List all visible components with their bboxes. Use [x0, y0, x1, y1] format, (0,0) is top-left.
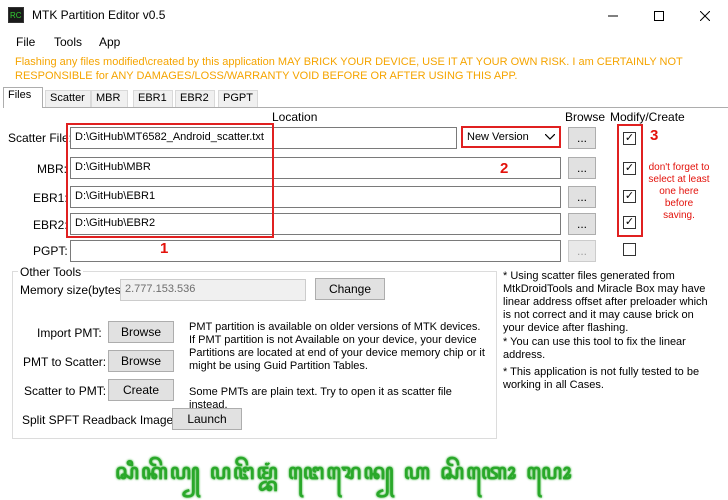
pgpt-browse-button[interactable]: ... — [568, 240, 596, 262]
close-button[interactable] — [682, 0, 728, 31]
pgpt-input[interactable] — [70, 240, 561, 262]
app-icon: RC — [8, 7, 24, 23]
scatter-to-pmt-label: Scatter to PMT: — [24, 384, 107, 398]
annotation-one: 1 — [160, 240, 169, 257]
scatter-browse-button[interactable]: ... — [568, 127, 596, 149]
chevron-down-icon — [545, 134, 555, 140]
tab-ebr1[interactable]: EBR1 — [133, 90, 173, 107]
pgpt-label: PGPT: — [33, 244, 68, 258]
other-tools-legend: Other Tools — [18, 265, 84, 279]
checkmark-icon: ✓ — [624, 216, 635, 228]
warning-text: Flashing any files modified\created by t… — [15, 56, 683, 82]
checkmark-icon: ✓ — [624, 132, 635, 144]
tab-files[interactable]: Files — [3, 87, 43, 108]
ebr2-label: EBR2: — [33, 218, 68, 232]
import-pmt-browse-button[interactable]: Browse — [108, 321, 174, 343]
pmt-to-scatter-browse-button[interactable]: Browse — [108, 350, 174, 372]
split-spft-label: Split SPFT Readback Image: — [22, 413, 177, 427]
scatter-file-label: Scatter File: — [8, 131, 73, 145]
checkmark-icon: ✓ — [624, 162, 635, 174]
ebr2-browse-button[interactable]: ... — [568, 213, 596, 235]
location-header: Location — [272, 110, 318, 124]
app-icon-text: RC — [10, 11, 22, 20]
close-icon — [700, 10, 710, 21]
minimize-button[interactable] — [590, 0, 636, 31]
side-note-1: * Using scatter files generated from Mtk… — [503, 270, 708, 334]
scatter-to-pmt-create-button[interactable]: Create — [108, 379, 174, 401]
minimize-icon — [608, 15, 618, 16]
side-note-3: * This application is not fully tested t… — [503, 366, 700, 391]
change-button[interactable]: Change — [315, 278, 385, 300]
ebr1-browse-button[interactable]: ... — [568, 186, 596, 208]
memory-size-input[interactable]: 2.777.153.536 — [120, 279, 306, 301]
pmt-note: PMT partition is available on older vers… — [189, 321, 485, 372]
window-title: MTK Partition Editor v0.5 — [32, 8, 166, 22]
annotation-hint: don't forget to select at least one here… — [648, 162, 710, 221]
memory-size-label: Memory size(bytes): — [20, 283, 129, 297]
mbr-modify-checkbox[interactable]: ✓ — [623, 162, 636, 175]
ebr1-modify-checkbox[interactable]: ✓ — [623, 190, 636, 203]
modify-header: Modify/Create — [610, 110, 685, 124]
import-pmt-label: Import PMT: — [37, 326, 102, 340]
checkmark-icon: ✓ — [624, 190, 635, 202]
tab-scatter[interactable]: Scatter — [45, 90, 91, 107]
side-note-2: * You can use this tool to fix the linea… — [503, 336, 686, 361]
pgpt-modify-checkbox[interactable] — [623, 243, 636, 256]
ebr1-label: EBR1: — [33, 191, 68, 205]
maximize-button[interactable] — [636, 0, 682, 31]
plain-text-note: Some PMTs are plain text. Try to open it… — [189, 386, 452, 411]
version-select[interactable]: New Version — [461, 126, 561, 148]
browse-header: Browse — [565, 110, 606, 124]
menu-tools[interactable]: Tools — [54, 35, 82, 49]
mbr-label: MBR: — [37, 162, 67, 176]
footer-script: ꦱꦶꦏꦼꦥ꧀ ꦥꦔꦼꦩ꧀ꦧꦁ ꦔꦺꦫꦺꦤ꧀ ꦲ ꦱꦼꦠꦺꦴ ꦥꦺꦴ — [115, 459, 574, 484]
menu-app[interactable]: App — [99, 35, 120, 49]
annotation-two: 2 — [500, 160, 509, 177]
annotation-three: 3 — [650, 127, 659, 144]
tab-ebr2[interactable]: EBR2 — [175, 90, 215, 107]
maximize-icon — [654, 10, 664, 21]
scatter-modify-checkbox[interactable]: ✓ — [623, 132, 636, 145]
tab-pgpt[interactable]: PGPT — [218, 90, 258, 107]
menu-file[interactable]: File — [16, 35, 35, 49]
tab-mbr[interactable]: MBR — [91, 90, 128, 107]
mbr-browse-button[interactable]: ... — [568, 157, 596, 179]
version-select-value: New Version — [467, 131, 529, 143]
pmt-to-scatter-label: PMT to Scatter: — [23, 355, 107, 369]
ebr2-modify-checkbox[interactable]: ✓ — [623, 216, 636, 229]
annotation-box-inputs — [66, 123, 274, 238]
